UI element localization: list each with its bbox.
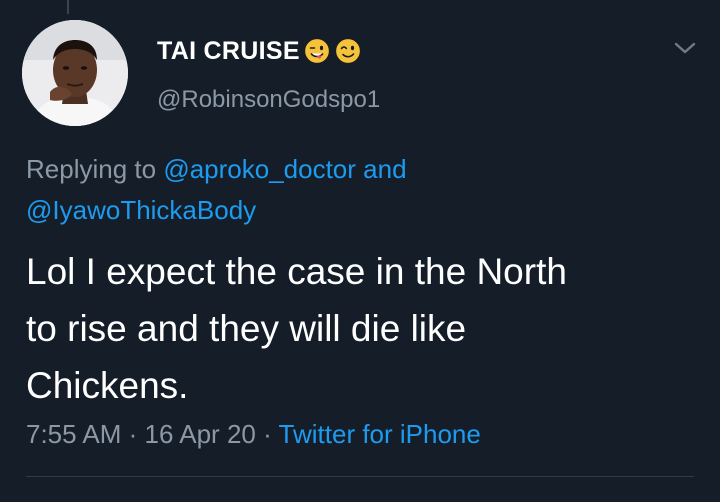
replying-to-line-2: @IyawoThickaBody [26, 195, 256, 226]
reply-conjunction[interactable]: and [363, 154, 406, 184]
tweet-text: Lol I expect the case in the North to ri… [26, 243, 706, 414]
winking-face-with-tongue-icon [303, 37, 331, 65]
author-display-name[interactable]: TAI CRUISE [157, 37, 300, 66]
divider [26, 476, 694, 477]
mention-link[interactable]: @IyawoThickaBody [26, 195, 256, 225]
tweet-date[interactable]: 16 Apr 20 [145, 419, 256, 449]
author-name-row[interactable]: TAI CRUISE [157, 33, 362, 69]
avatar[interactable] [22, 20, 128, 126]
tweet-text-line: to rise and they will die like [26, 308, 467, 349]
thread-connector-line [67, 0, 69, 14]
tweet-time[interactable]: 7:55 AM [26, 419, 121, 449]
author-handle[interactable]: @RobinsonGodspo1 [157, 86, 380, 114]
meta-separator: · [128, 419, 138, 449]
meta-separator: · [263, 419, 272, 449]
chevron-down-icon[interactable] [672, 38, 698, 58]
replying-to-line: Replying to @aproko_doctor and [26, 154, 407, 185]
replying-to-label: Replying to [26, 154, 157, 184]
mention-link[interactable]: @aproko_doctor [163, 154, 356, 184]
tweet-text-line: Lol I expect the case in the North [26, 251, 567, 292]
tweet-source-link[interactable]: Twitter for iPhone [279, 419, 481, 449]
tweet-card[interactable]: TAI CRUISE @RobinsonGodspo1 Replying to … [0, 0, 720, 502]
tweet-meta: 7:55 AM · 16 Apr 20 · Twitter for iPhone [26, 419, 481, 450]
avatar-photo [22, 20, 128, 126]
winking-face-icon [334, 37, 362, 65]
tweet-text-line: Chickens. [26, 365, 189, 406]
